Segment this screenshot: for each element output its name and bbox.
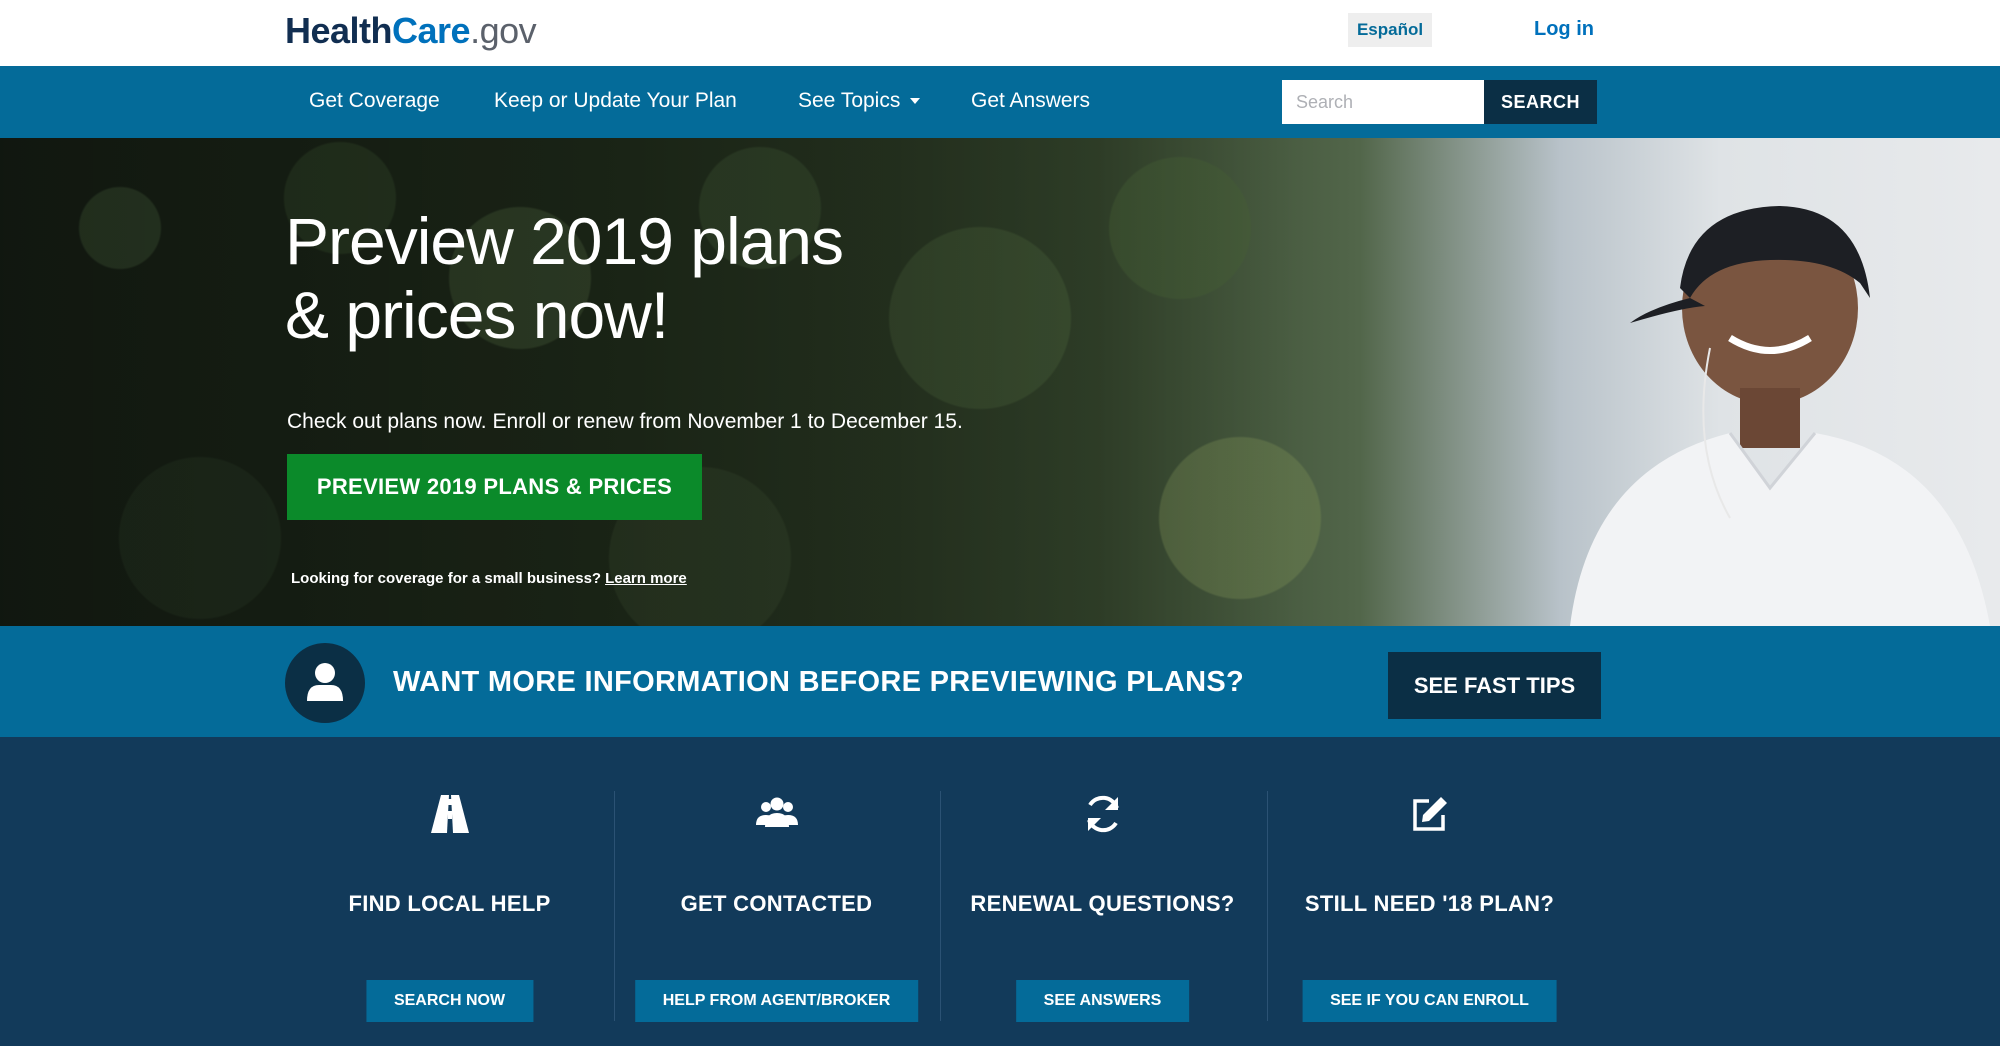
feature-still-need-plan: STILL NEED '18 PLAN? SEE IF YOU CAN ENRO…: [1267, 791, 1592, 1026]
person-icon: [285, 643, 365, 723]
edit-icon: [1412, 797, 1447, 831]
hero-subtitle: Check out plans now. Enroll or renew fro…: [287, 410, 963, 433]
nav-get-coverage[interactable]: Get Coverage: [309, 89, 440, 113]
logo-gov: .gov: [470, 10, 537, 51]
road-icon: [430, 795, 469, 833]
help-from-agent-button[interactable]: HELP FROM AGENT/BROKER: [634, 980, 919, 1022]
main-nav: Get Coverage Keep or Update Your Plan Se…: [0, 66, 2000, 138]
hero-banner: Preview 2019 plans & prices now! Check o…: [0, 138, 2000, 626]
login-link[interactable]: Log in: [1534, 18, 1594, 41]
chevron-down-icon: [910, 98, 921, 105]
info-strip-text: WANT MORE INFORMATION BEFORE PREVIEWING …: [393, 666, 1245, 698]
feature-title: RENEWAL QUESTIONS?: [970, 891, 1235, 916]
hero-title: Preview 2019 plans & prices now!: [285, 204, 985, 352]
small-business-text: Looking for coverage for a small busines…: [291, 570, 602, 587]
site-header: HealthCare.gov Español Log in: [0, 0, 2000, 66]
logo-care: Care: [392, 10, 471, 51]
nav-see-topics[interactable]: See Topics: [798, 89, 921, 113]
feature-title: GET CONTACTED: [680, 891, 873, 916]
nav-see-topics-label: See Topics: [798, 89, 901, 112]
hero-person-image: [1570, 206, 1990, 626]
nav-get-answers[interactable]: Get Answers: [971, 89, 1090, 113]
feature-find-local-help: FIND LOCAL HELP SEARCH NOW: [287, 791, 612, 1026]
feature-title: FIND LOCAL HELP: [348, 891, 551, 916]
features-section: FIND LOCAL HELP SEARCH NOW GET CONTACTED…: [0, 737, 2000, 1046]
see-answers-button[interactable]: SEE ANSWERS: [1015, 980, 1190, 1022]
hero-title-line1: Preview 2019 plans: [285, 204, 844, 278]
search-now-button[interactable]: SEARCH NOW: [365, 980, 534, 1022]
info-strip: WANT MORE INFORMATION BEFORE PREVIEWING …: [0, 626, 2000, 737]
logo-health: Health: [285, 10, 393, 51]
refresh-icon: [1086, 795, 1119, 833]
hero-title-line2: & prices now!: [285, 278, 669, 352]
group-icon: [755, 797, 798, 827]
see-fast-tips-button[interactable]: SEE FAST TIPS: [1388, 652, 1601, 719]
espanol-button[interactable]: Español: [1348, 13, 1432, 47]
small-business-note: Looking for coverage for a small busines…: [291, 570, 687, 587]
feature-renewal-questions: RENEWAL QUESTIONS? SEE ANSWERS: [940, 791, 1265, 1026]
see-if-you-can-enroll-button[interactable]: SEE IF YOU CAN ENROLL: [1302, 980, 1557, 1022]
learn-more-link[interactable]: Learn more: [605, 570, 687, 587]
search-input[interactable]: [1282, 80, 1484, 124]
preview-plans-button[interactable]: PREVIEW 2019 PLANS & PRICES: [287, 454, 702, 520]
feature-title: STILL NEED '18 PLAN?: [1304, 891, 1555, 916]
search-button[interactable]: SEARCH: [1484, 80, 1597, 124]
nav-keep-update-plan[interactable]: Keep or Update Your Plan: [494, 89, 737, 113]
healthcare-gov-logo[interactable]: HealthCare.gov: [285, 10, 537, 52]
feature-get-contacted: GET CONTACTED HELP FROM AGENT/BROKER: [614, 791, 939, 1026]
